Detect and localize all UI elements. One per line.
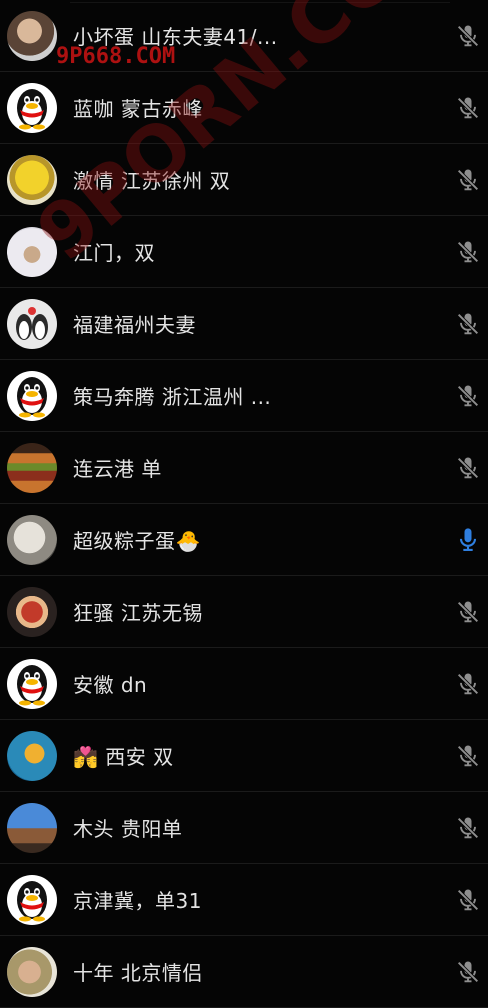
member-list: 小坏蛋 山东夫妻41/... 蓝咖 蒙古赤峰 激情 江苏徐州 双 江门，双 福建…	[0, 0, 488, 1008]
avatar	[7, 10, 57, 61]
list-item[interactable]: 💏 西安 双	[0, 720, 488, 792]
list-item[interactable]: 安徽 dn	[0, 648, 488, 720]
list-item[interactable]: 超级粽子蛋🐣	[0, 504, 488, 576]
top-watermark: 9P668.COM	[56, 44, 176, 69]
avatar	[7, 442, 57, 493]
member-name: 狂骚 江苏无锡	[73, 601, 203, 625]
member-name: 超级粽子蛋🐣	[73, 529, 201, 553]
avatar	[7, 946, 57, 997]
member-name: 京津冀，单31	[73, 889, 202, 913]
qq-penguin-icon	[17, 880, 47, 921]
mic-muted-icon[interactable]	[454, 22, 482, 50]
list-item[interactable]: 木头 贵阳单	[0, 792, 488, 864]
avatar	[7, 298, 57, 349]
list-item[interactable]: 狂骚 江苏无锡	[0, 576, 488, 648]
member-name: 福建福州夫妻	[73, 313, 196, 337]
avatar	[7, 730, 57, 781]
mic-muted-icon[interactable]	[454, 670, 482, 698]
list-item[interactable]: 连云港 单	[0, 432, 488, 504]
mic-muted-icon[interactable]	[454, 310, 482, 338]
mic-muted-icon[interactable]	[454, 742, 482, 770]
member-name: 连云港 单	[73, 457, 162, 481]
qq-penguin-icon	[17, 664, 47, 705]
mic-muted-icon[interactable]	[454, 382, 482, 410]
list-item[interactable]: 福建福州夫妻	[0, 288, 488, 360]
member-name: 策马奔腾 浙江温州 ...	[73, 385, 272, 409]
avatar	[7, 586, 57, 637]
member-name: 十年 北京情侣	[73, 961, 203, 985]
penguins-icon	[16, 306, 48, 340]
mic-active-icon[interactable]	[454, 526, 482, 554]
list-item[interactable]: 策马奔腾 浙江温州 ...	[0, 360, 488, 432]
member-name: 安徽 dn	[73, 673, 148, 697]
avatar	[7, 370, 57, 421]
mic-muted-icon[interactable]	[454, 598, 482, 626]
list-item[interactable]: 十年 北京情侣	[0, 936, 488, 1008]
mic-muted-icon[interactable]	[454, 238, 482, 266]
list-item[interactable]: 京津冀，单31	[0, 864, 488, 936]
avatar	[7, 802, 57, 853]
qq-penguin-icon	[17, 88, 47, 129]
mic-muted-icon[interactable]	[454, 94, 482, 122]
qq-penguin-icon	[17, 376, 47, 417]
avatar	[7, 874, 57, 925]
mic-muted-icon[interactable]	[454, 166, 482, 194]
avatar	[7, 82, 57, 133]
member-name: 江门，双	[73, 241, 155, 265]
avatar	[7, 514, 57, 565]
mic-muted-icon[interactable]	[454, 886, 482, 914]
member-name: 💏 西安 双	[73, 745, 174, 769]
mic-muted-icon[interactable]	[454, 454, 482, 482]
avatar	[7, 658, 57, 709]
mic-muted-icon[interactable]	[454, 814, 482, 842]
member-name: 木头 贵阳单	[73, 817, 183, 841]
mic-muted-icon[interactable]	[454, 958, 482, 986]
